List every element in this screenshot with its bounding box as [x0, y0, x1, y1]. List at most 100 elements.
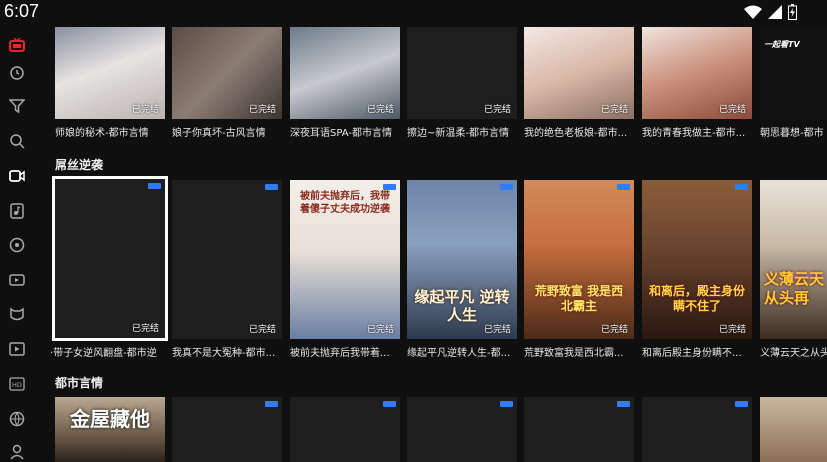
new-badge	[383, 401, 396, 407]
card-0-5[interactable]: 已完结	[642, 27, 752, 119]
card-0-0[interactable]: 已完结	[55, 27, 165, 119]
new-badge	[500, 184, 513, 190]
sidebar-item-tv[interactable]	[8, 36, 26, 54]
new-badge	[735, 401, 748, 407]
status-badge: 已完结	[366, 325, 394, 335]
new-badge	[617, 184, 630, 190]
sidebar-item-music[interactable]	[8, 202, 26, 220]
poster-image	[760, 397, 827, 462]
sports-icon	[9, 411, 25, 427]
search-icon	[10, 134, 25, 149]
status-badge: 已完结	[718, 325, 746, 335]
poster-image	[760, 180, 827, 339]
filter-icon	[9, 99, 25, 114]
card-1-6[interactable]: 义薄云天 从头再	[760, 180, 827, 339]
card-0-2[interactable]: 已完结	[290, 27, 400, 119]
section-title: 屌丝逆袭	[55, 158, 104, 172]
card-title: ·带子女逆风翻盘-都市逆	[50, 348, 157, 359]
live-tv-icon	[9, 274, 25, 286]
history-icon	[10, 66, 24, 80]
signal-icon	[768, 5, 782, 19]
sidebar-item-game[interactable]	[8, 236, 26, 254]
card-title: 缘起平凡逆转人生-都...	[407, 348, 511, 359]
movie-icon	[9, 342, 25, 356]
new-badge	[735, 184, 748, 190]
card-title: 和离后殿主身份瞒不...	[642, 348, 742, 359]
card-title: 我的青春我做主-都市...	[642, 128, 746, 139]
poster-image	[524, 180, 634, 339]
new-badge	[265, 184, 278, 190]
music-icon	[10, 203, 24, 219]
section-title: 都市言情	[55, 376, 104, 390]
wifi-icon	[744, 5, 762, 19]
card-title: 师娘的秘术-都市言情	[55, 128, 149, 139]
card-2-5[interactable]	[642, 397, 752, 462]
status-badge: 已完结	[483, 105, 511, 115]
new-badge	[265, 401, 278, 407]
gamepad-icon	[9, 237, 25, 253]
sidebar-item-filter[interactable]	[8, 97, 26, 115]
sidebar-item-history[interactable]	[8, 63, 26, 81]
sidebar-item-hd[interactable]: HD	[8, 375, 26, 393]
card-2-1[interactable]	[172, 397, 282, 462]
card-title: 深夜耳语SPA-都市言情	[290, 128, 392, 139]
card-2-6[interactable]	[760, 397, 827, 462]
status-icons	[744, 4, 797, 20]
card-title: 擦边~新温柔-都市言情	[407, 128, 509, 139]
poster-image	[55, 179, 165, 338]
card-1-0[interactable]: 已完结	[52, 176, 168, 341]
sidebar-item-search[interactable]	[8, 132, 26, 150]
card-0-1[interactable]: 已完结	[172, 27, 282, 119]
card-0-4[interactable]: 已完结	[524, 27, 634, 119]
card-0-3[interactable]: 已完结	[407, 27, 517, 119]
sidebar-item-kids[interactable]	[8, 305, 26, 323]
poster-title: 金屋藏他	[70, 407, 150, 431]
status-badge: 已完结	[600, 325, 628, 335]
battery-icon	[788, 4, 797, 20]
new-badge	[617, 401, 630, 407]
new-badge	[148, 183, 161, 189]
card-1-4[interactable]: 荒野致富 我是西北霸主 已完结	[524, 180, 634, 339]
video-icon	[9, 170, 25, 182]
poster-title: 义薄云天 从头再	[764, 270, 825, 307]
card-2-3[interactable]	[407, 397, 517, 462]
status-time: 6:07	[4, 1, 40, 21]
card-title: 义薄云天之从头	[760, 348, 827, 359]
profile-icon	[10, 444, 24, 460]
card-title: 朝思暮想-都市	[760, 128, 824, 139]
new-badge	[383, 184, 396, 190]
card-title: 被前夫抛弃后我带着...	[290, 348, 390, 359]
logo-text: 一起看TV	[764, 40, 800, 49]
card-1-3[interactable]: 缘起平凡 逆转人生 已完结	[407, 180, 517, 339]
poster-title: 缘起平凡 逆转人生	[414, 288, 510, 324]
status-bar: 6:07	[0, 0, 827, 24]
status-badge: 已完结	[248, 105, 276, 115]
poster-image	[642, 180, 752, 339]
tv-icon	[9, 38, 25, 52]
card-0-6[interactable]: 一起看TV	[760, 27, 827, 119]
poster-title: 被前夫抛弃后，我带着傻子丈夫成功逆袭	[300, 191, 390, 215]
hd-icon: HD	[9, 377, 25, 391]
card-2-4[interactable]	[524, 397, 634, 462]
poster-title: 和离后，殿主身份瞒不住了	[648, 284, 745, 313]
kids-icon	[10, 307, 24, 321]
new-badge	[500, 401, 513, 407]
card-1-5[interactable]: 和离后，殿主身份瞒不住了 已完结	[642, 180, 752, 339]
card-2-0[interactable]: 金屋藏他	[55, 397, 165, 462]
card-2-2[interactable]	[290, 397, 400, 462]
sidebar-item-movie[interactable]	[8, 340, 26, 358]
sidebar-item-video[interactable]	[8, 167, 26, 185]
status-badge: 已完结	[131, 105, 159, 115]
status-badge: 已完结	[131, 324, 159, 334]
card-title: 荒野致富我是西北霸...	[524, 348, 624, 359]
card-1-1[interactable]: 已完结	[172, 180, 282, 339]
sidebar-item-profile[interactable]	[8, 443, 26, 461]
sidebar-item-sports[interactable]	[8, 410, 26, 428]
card-1-2[interactable]: 被前夫抛弃后，我带着傻子丈夫成功逆袭 已完结	[290, 180, 400, 339]
poster-image	[172, 180, 282, 339]
status-badge: 已完结	[248, 325, 276, 335]
status-badge: 已完结	[600, 105, 628, 115]
sidebar-item-live[interactable]	[8, 270, 26, 288]
status-badge: 已完结	[366, 105, 394, 115]
svg-text:HD: HD	[12, 381, 22, 389]
